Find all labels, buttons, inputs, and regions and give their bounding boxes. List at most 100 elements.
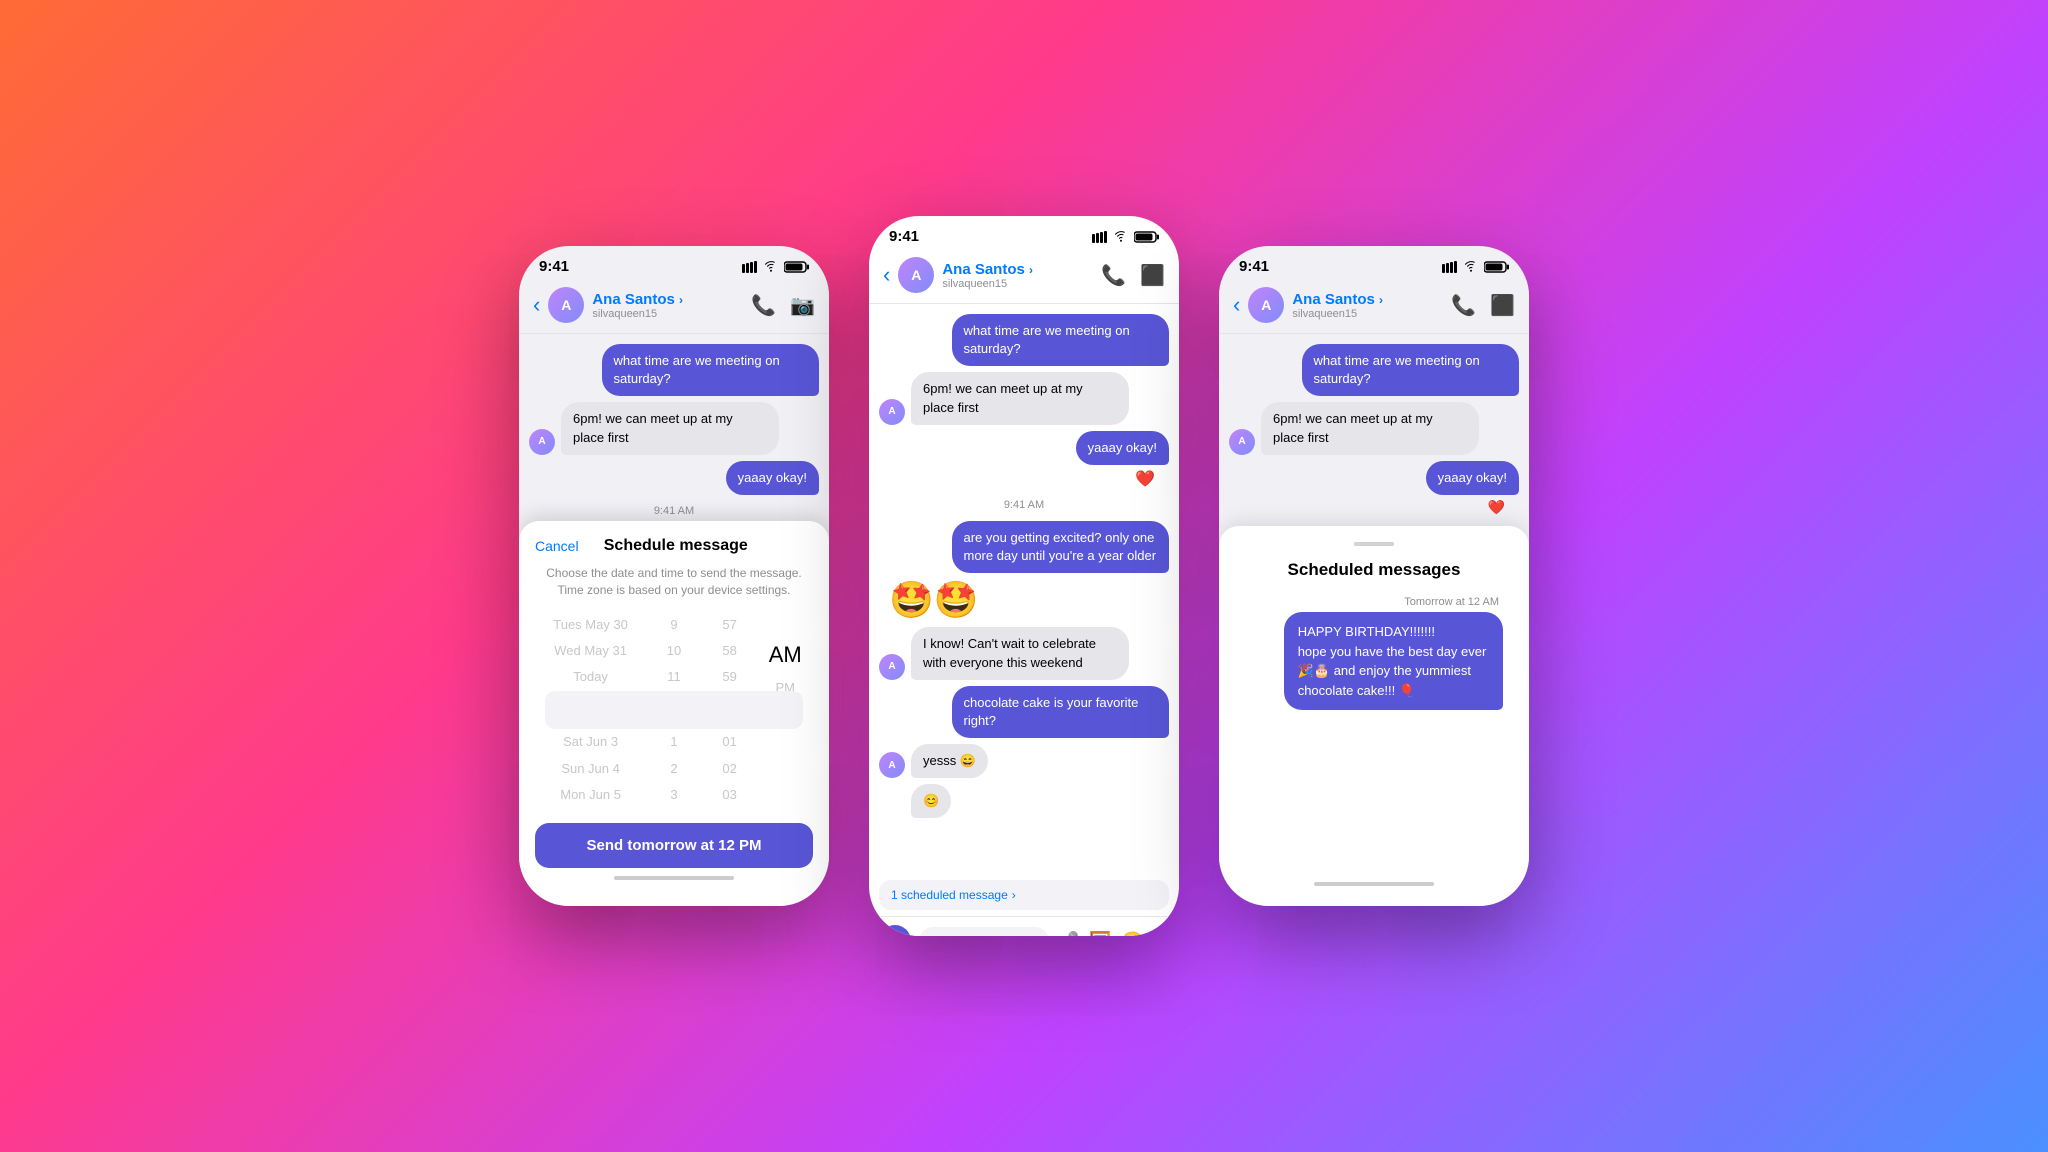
status-bar-center: 9:41: [869, 216, 1179, 251]
home-indicator-right: [1314, 882, 1434, 886]
msg-r-sent-1: what time are we meeting on saturday?: [1229, 344, 1519, 396]
message-input[interactable]: Message...: [919, 927, 1049, 936]
scheduled-banner-text: 1 scheduled message: [891, 888, 1008, 902]
msg-c-bubble-r2: I know! Can't wait to celebrate with eve…: [911, 627, 1129, 679]
schedule-cancel-btn[interactable]: Cancel: [535, 538, 579, 554]
picker-min-7: 03: [722, 783, 736, 807]
send-schedule-button[interactable]: Send tomorrow at 12 PM: [535, 823, 813, 868]
plus-icon[interactable]: ⊕: [1154, 931, 1169, 937]
picker-hour-1: 9: [670, 613, 677, 637]
contact-name-center: Ana Santos ›: [942, 261, 1093, 278]
image-icon[interactable]: 🖼️: [1089, 931, 1111, 937]
back-button-right[interactable]: ‹: [1233, 292, 1240, 318]
picker-hour-2: 10: [667, 639, 681, 663]
picker-hours[interactable]: 9 10 11 12 1 2 3: [646, 613, 702, 807]
chat-header-left: ‹ A Ana Santos › silvaqueen15 📞 📷: [519, 281, 829, 334]
msg-c-avatar-2: A: [879, 654, 905, 680]
back-button-center[interactable]: ‹: [883, 262, 890, 288]
right-phone: 9:41 ‹ A Ana Santos › silvaqueen15 📞 ⬛ w…: [1219, 246, 1529, 906]
msg-avatar-1: A: [529, 429, 555, 455]
picker-day-1: Tues May 30: [553, 613, 628, 637]
picker-min-1: 57: [722, 613, 736, 637]
picker-day-6: Sun Jun 4: [561, 757, 620, 781]
msg-c-recv-1: A 6pm! we can meet up at my place first: [879, 372, 1169, 424]
picker-hour-selected: 12: [662, 692, 686, 729]
scheduled-time-label: Tomorrow at 12 AM: [1245, 596, 1503, 608]
picker-days[interactable]: Tues May 30 Wed May 31 Today Fri Jun 2 S…: [535, 613, 646, 807]
picker-min-3: 59: [722, 665, 736, 689]
phone-icon-left[interactable]: 📞: [751, 293, 776, 318]
video-icon-left[interactable]: 📷: [790, 293, 815, 318]
picker-period-5: PM: [775, 676, 795, 700]
scheduled-panel-right: Scheduled messages Tomorrow at 12 AM HAP…: [1219, 526, 1529, 906]
emoji-faces: 🤩🤩: [879, 579, 979, 621]
msg-sent-1: what time are we meeting on saturday?: [529, 344, 819, 396]
back-button-left[interactable]: ‹: [533, 292, 540, 318]
chat-header-center: ‹ A Ana Santos › silvaqueen15 📞 ⬛: [869, 251, 1179, 304]
msg-bubble-sent-2: yaaay okay!: [726, 461, 819, 495]
emoji-icon[interactable]: 🙂: [1121, 931, 1143, 937]
contact-info-center[interactable]: Ana Santos › silvaqueen15: [942, 261, 1093, 290]
msg-bubble-sent-1: what time are we meeting on saturday?: [602, 344, 820, 396]
msg-c-recv-2: A I know! Can't wait to celebrate with e…: [879, 627, 1169, 679]
center-phone: 9:41 ‹ A Ana Santos › silvaqueen15 📞 ⬛ w…: [869, 216, 1179, 936]
picker-periods[interactable]: AM PM: [757, 613, 813, 807]
contact-info-right[interactable]: Ana Santos › silvaqueen15: [1292, 291, 1443, 320]
msg-r-bubble-r1: 6pm! we can meet up at my place first: [1261, 402, 1479, 454]
msg-r-recv-1: A 6pm! we can meet up at my place first: [1229, 402, 1519, 454]
phone-icon-center[interactable]: 📞: [1101, 263, 1126, 288]
msg-c-sent-1: what time are we meeting on saturday?: [879, 314, 1169, 366]
msg-c-emoji-large: 🤩🤩: [879, 579, 1169, 621]
picker-period-selected: AM: [769, 637, 802, 674]
messages-left: what time are we meeting on saturday? A …: [519, 334, 829, 534]
msg-c-avatar-3: A: [879, 752, 905, 778]
msg-c-bubble-s2: yaaay okay!: [1076, 431, 1169, 465]
msg-c-bubble-s3: are you getting excited? only one more d…: [952, 521, 1170, 573]
msg-r-bubble-s1: what time are we meeting on saturday?: [1302, 344, 1520, 396]
camera-btn[interactable]: 📷: [879, 925, 911, 936]
header-actions-center: 📞 ⬛: [1101, 263, 1165, 288]
time-center: 9:41: [889, 228, 919, 245]
scheduled-messages-list: Tomorrow at 12 AM HAPPY BIRTHDAY!!!!!!!h…: [1235, 596, 1513, 710]
phone-icon-right[interactable]: 📞: [1451, 293, 1476, 318]
status-icons-center: [1092, 231, 1159, 243]
picker-min-selected: 00: [717, 692, 741, 729]
scheduled-banner[interactable]: 1 scheduled message ›: [879, 880, 1169, 910]
msg-bubble-recv-1: 6pm! we can meet up at my place first: [561, 402, 779, 454]
picker-day-3: Today: [573, 665, 608, 689]
messages-center: what time are we meeting on saturday? A …: [869, 304, 1179, 874]
avatar-center: A: [898, 257, 934, 293]
contact-username-center: silvaqueen15: [942, 278, 1093, 290]
schedule-title: Schedule message: [604, 537, 748, 555]
msg-r-sent-2: yaaay okay!: [1229, 461, 1519, 495]
msg-c-bubble-s4: chocolate cake is your favorite right?: [952, 686, 1170, 738]
contact-info-left[interactable]: Ana Santos › silvaqueen15: [592, 291, 743, 320]
scheduled-banner-chevron: ›: [1012, 888, 1016, 902]
msg-c-recv-4: 😊: [879, 784, 1169, 818]
time-picker[interactable]: Tues May 30 Wed May 31 Today Fri Jun 2 S…: [535, 613, 813, 807]
timestamp-left: 9:41 AM: [529, 505, 819, 517]
msg-r-avatar-1: A: [1229, 429, 1255, 455]
msg-c-sent-4: chocolate cake is your favorite right?: [879, 686, 1169, 738]
picker-minutes[interactable]: 57 58 59 00 01 02 03: [702, 613, 758, 807]
schedule-description: Choose the date and time to send the mes…: [535, 565, 813, 599]
msg-c-sent-3: are you getting excited? only one more d…: [879, 521, 1169, 573]
messages-right: what time are we meeting on saturday? A …: [1219, 334, 1529, 534]
status-icons-left: [742, 261, 809, 273]
reaction-heart: ❤️: [879, 469, 1169, 489]
left-phone: 9:41 ‹ A Ana Santos › silvaqueen15 📞 📷 w…: [519, 246, 829, 906]
schedule-panel: Cancel Schedule message Choose the date …: [519, 521, 829, 906]
video-icon-right[interactable]: ⬛: [1490, 293, 1515, 318]
mic-icon[interactable]: 🎤: [1057, 931, 1079, 937]
header-actions-right: 📞 ⬛: [1451, 293, 1515, 318]
msg-sent-2: yaaay okay!: [529, 461, 819, 495]
video-icon-center[interactable]: ⬛: [1140, 263, 1165, 288]
avatar-right: A: [1248, 287, 1284, 323]
msg-c-sent-2: yaaay okay!: [879, 431, 1169, 465]
scheduled-message-bubble: HAPPY BIRTHDAY!!!!!!!hope you have the b…: [1284, 612, 1503, 710]
msg-c-recv-3: A yesss 😄: [879, 744, 1169, 778]
msg-c-bubble-r4: 😊: [911, 784, 951, 818]
picker-hour-5: 1: [670, 730, 677, 754]
schedule-header: Cancel Schedule message: [535, 537, 813, 555]
msg-c-bubble-r1: 6pm! we can meet up at my place first: [911, 372, 1129, 424]
